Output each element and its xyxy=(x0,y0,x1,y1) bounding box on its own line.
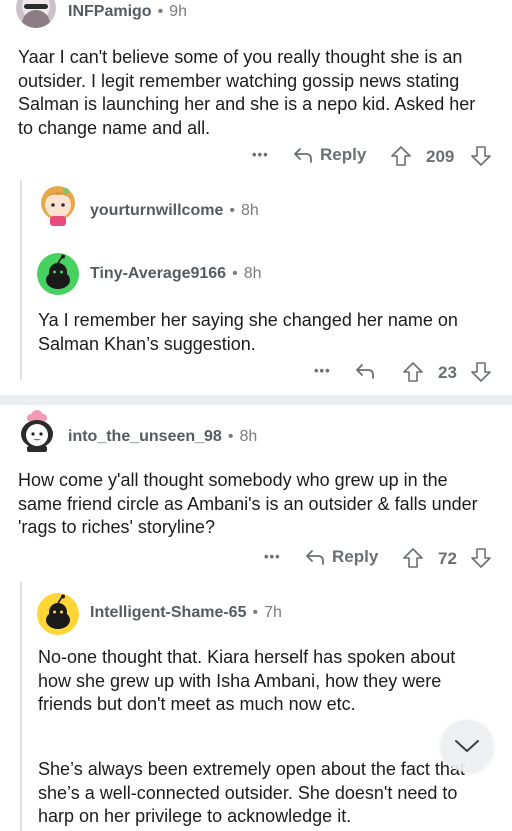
reply-button[interactable] xyxy=(354,361,376,381)
comment-header: Intelligent-Shame-65 • 7h xyxy=(90,604,282,622)
reply-arrow-icon xyxy=(354,361,376,381)
avatar[interactable] xyxy=(16,0,56,28)
reply-label: Reply xyxy=(332,547,379,566)
more-options-button[interactable]: ••• xyxy=(314,363,331,378)
more-options-button[interactable]: ••• xyxy=(252,147,269,162)
comment-body-paragraph-2: She’s always been extremely open about t… xyxy=(38,759,465,826)
reply-button[interactable]: Reply xyxy=(292,145,366,165)
username[interactable]: Tiny-Average9166 xyxy=(90,265,226,282)
upvote-icon[interactable] xyxy=(402,361,424,383)
reply-arrow-icon xyxy=(304,547,326,567)
separator-dot: • xyxy=(232,265,238,282)
scroll-down-button[interactable] xyxy=(441,720,493,772)
comment-header: into_the_unseen_98 • 8h xyxy=(68,428,257,446)
comment-header: INFPamigo • 9h xyxy=(68,3,187,21)
chevron-down-icon xyxy=(454,738,480,754)
username[interactable]: Intelligent-Shame-65 xyxy=(90,604,246,621)
thread-line[interactable] xyxy=(20,582,22,831)
separator-dot: • xyxy=(252,604,259,621)
thread-separator xyxy=(0,395,512,405)
separator-dot: • xyxy=(229,202,235,219)
thread-line[interactable] xyxy=(20,180,22,380)
comment-body: No-one thought that. Kiara herself has s… xyxy=(38,647,456,714)
separator-dot: • xyxy=(157,3,164,20)
timestamp: 8h xyxy=(239,428,258,445)
username[interactable]: yourturnwillcome xyxy=(90,202,223,219)
timestamp: 9h xyxy=(169,3,187,20)
upvote-icon[interactable] xyxy=(390,145,412,167)
avatar[interactable] xyxy=(16,408,58,452)
upvote-icon[interactable] xyxy=(402,547,424,569)
username[interactable]: INFPamigo xyxy=(68,3,152,20)
downvote-icon[interactable] xyxy=(470,547,492,569)
timestamp: 7h xyxy=(264,604,282,621)
timestamp: 8h xyxy=(243,265,262,282)
vote-score: 23 xyxy=(438,363,457,382)
avatar[interactable] xyxy=(36,183,80,227)
comment-header: Tiny-Average9166 • 8h xyxy=(90,265,261,283)
comment-body: Yaar I can't believe some of you really … xyxy=(18,47,476,138)
vote-score: 209 xyxy=(426,147,455,166)
more-options-button[interactable]: ••• xyxy=(264,549,281,564)
comment-body: How come y'all thought somebody who grew… xyxy=(18,470,478,537)
downvote-icon[interactable] xyxy=(470,361,492,383)
reply-label: Reply xyxy=(320,145,367,164)
timestamp: 8h xyxy=(240,202,259,219)
comment-body: Ya I remember her saying she changed her… xyxy=(38,310,458,354)
separator-dot: • xyxy=(227,428,234,445)
snoo-avatar-icon[interactable] xyxy=(36,592,80,636)
reply-arrow-icon xyxy=(292,145,314,165)
vote-score: 72 xyxy=(438,549,457,568)
reply-button[interactable]: Reply xyxy=(304,547,378,567)
username[interactable]: into_the_unseen_98 xyxy=(68,428,222,445)
comment-header: yourturnwillcome • 8h xyxy=(90,202,259,220)
snoo-avatar-icon[interactable] xyxy=(36,252,80,296)
downvote-icon[interactable] xyxy=(470,145,492,167)
